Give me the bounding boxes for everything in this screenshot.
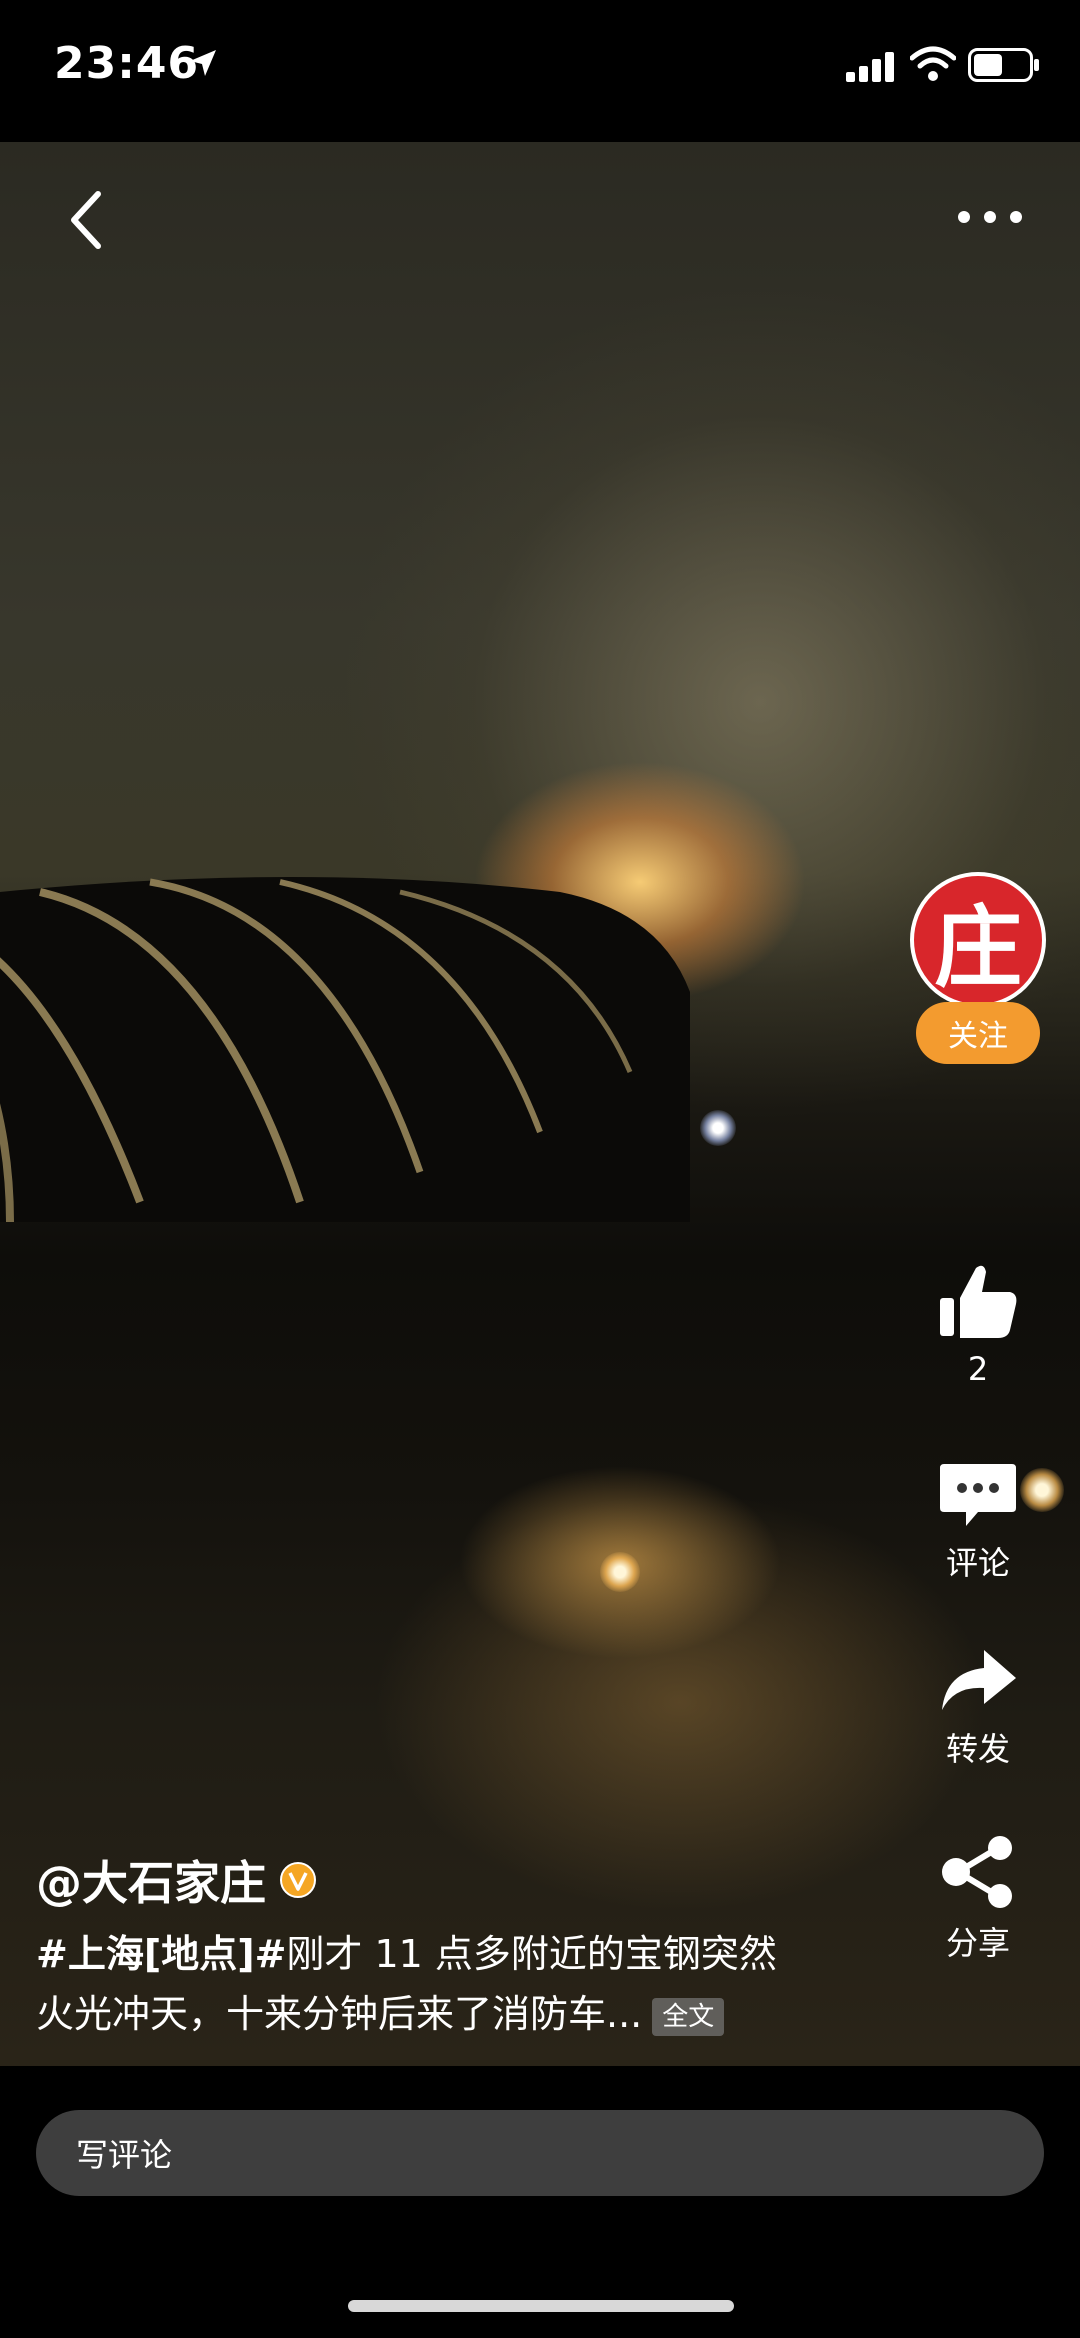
follow-button[interactable]: 关注 — [916, 1002, 1040, 1064]
repost-button[interactable]: 转发 — [920, 1646, 1036, 1770]
share-label: 分享 — [945, 1924, 1010, 1962]
street-light — [700, 1110, 736, 1146]
full-text-button[interactable]: 全文 — [652, 1997, 725, 2036]
comment-label: 评论 — [945, 1544, 1010, 1582]
home-indicator[interactable] — [348, 2300, 734, 2312]
post-caption: #上海[地点]#刚才 11 点多附近的宝钢突然火光冲天，十来分钟后来了消防车..… — [36, 1924, 796, 2044]
repost-arrow-icon — [942, 1650, 1016, 1710]
like-count: 2 — [967, 1350, 989, 1388]
back-arrow-icon[interactable] — [60, 186, 116, 256]
share-button[interactable]: 分享 — [920, 1834, 1036, 1964]
author-row: @大石家庄 — [36, 1848, 316, 1912]
repost-label: 转发 — [945, 1730, 1010, 1768]
verified-badge-icon — [280, 1862, 316, 1898]
share-nodes-icon — [942, 1836, 1012, 1908]
comment-button[interactable]: 评论 — [920, 1460, 1036, 1584]
author-name[interactable]: @大石家庄 — [36, 1847, 266, 1913]
like-button[interactable]: 2 — [920, 1258, 1036, 1388]
more-options-icon[interactable] — [954, 202, 1026, 232]
hangar-roof-silhouette — [0, 877, 690, 1222]
status-bar: 23:46 — [0, 0, 1080, 142]
comment-bubble-icon — [940, 1464, 1016, 1526]
wifi-icon — [910, 46, 956, 81]
location-hashtag[interactable]: #上海[地点]# — [36, 1932, 286, 1976]
video-player[interactable] — [0, 142, 1080, 2066]
street-light — [600, 1552, 640, 1592]
bottom-bar: 写评论 — [0, 2066, 1080, 2338]
battery-icon — [968, 48, 1039, 82]
thumbs-up-icon — [940, 1265, 1017, 1338]
location-arrow-icon — [190, 50, 216, 76]
author-avatar[interactable]: 庄 — [910, 872, 1046, 1008]
comment-input[interactable]: 写评论 — [36, 2110, 1044, 2196]
cellular-signal-icon — [846, 52, 894, 82]
status-time: 23:46 — [54, 38, 200, 89]
